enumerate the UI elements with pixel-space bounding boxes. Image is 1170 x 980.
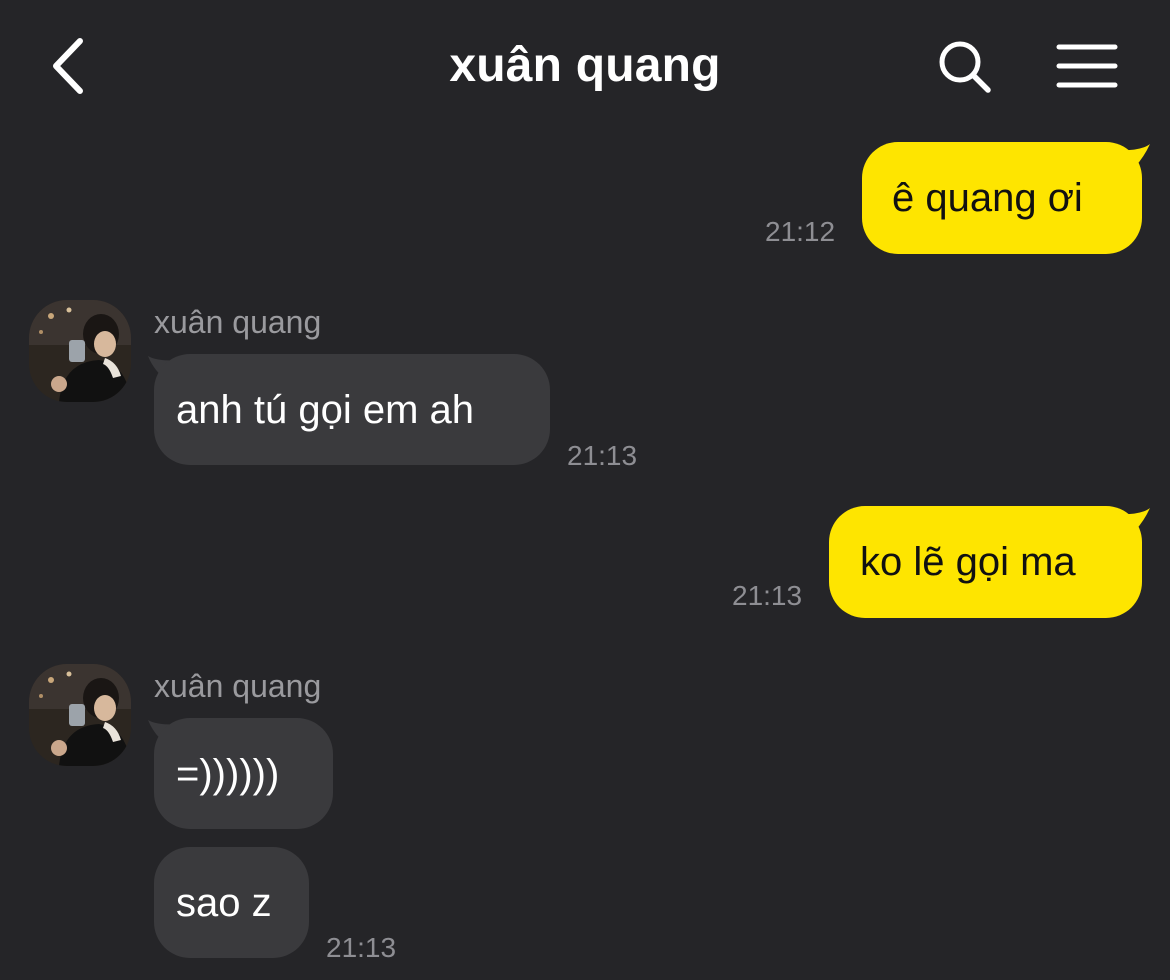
message-text: =)))))) <box>176 751 280 796</box>
menu-button[interactable] <box>1052 38 1122 94</box>
chevron-left-icon <box>53 38 83 94</box>
back-button[interactable] <box>40 36 96 96</box>
avatar[interactable] <box>29 664 131 766</box>
hamburger-menu-icon <box>1056 44 1118 88</box>
sender-name: xuân quang <box>154 304 322 340</box>
message-timestamp: 21:12 <box>765 216 836 247</box>
incoming-message-bubble[interactable]: anh tú gọi em ah <box>154 354 550 465</box>
message-timestamp: 21:13 <box>567 440 638 471</box>
message-text: anh tú gọi em ah <box>176 387 474 432</box>
outgoing-message-bubble[interactable]: ko lẽ gọi ma <box>829 506 1142 618</box>
message-text: ko lẽ gọi ma <box>860 540 1076 584</box>
avatar-photo <box>29 664 131 766</box>
message-timestamp: 21:13 <box>326 932 397 963</box>
message-text: sao z <box>176 880 272 925</box>
avatar-photo <box>29 300 131 402</box>
search-button[interactable] <box>932 34 998 100</box>
sender-name: xuân quang <box>154 668 322 704</box>
message-text: ê quang ơi <box>892 176 1083 220</box>
incoming-message-bubble[interactable]: =)))))) <box>154 718 333 829</box>
outgoing-message-bubble[interactable]: ê quang ơi <box>862 142 1142 254</box>
avatar[interactable] <box>29 300 131 402</box>
message-timestamp: 21:13 <box>732 580 803 611</box>
chat-header: xuân quang <box>0 0 1170 135</box>
incoming-message-bubble[interactable]: sao z <box>154 847 309 958</box>
search-icon <box>939 41 991 93</box>
